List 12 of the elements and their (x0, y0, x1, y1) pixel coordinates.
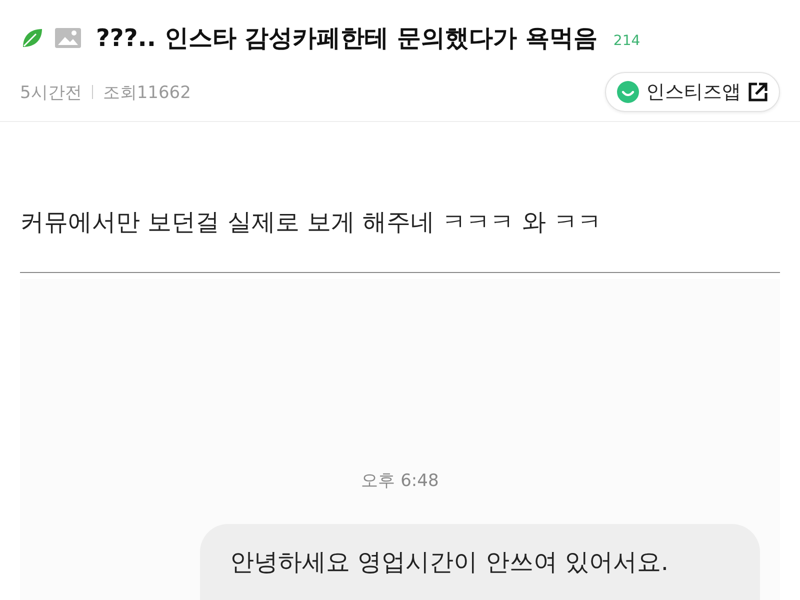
app-button[interactable]: 인스티즈앱 (605, 72, 780, 112)
smile-icon (616, 80, 640, 104)
leaf-icon (20, 26, 44, 50)
view-count: 조회11662 (102, 82, 191, 104)
image-icon (54, 27, 82, 49)
message-bubble: 안녕하세요 영업시간이 안쓰여 있어서요. (200, 524, 760, 600)
comment-count: 214 (613, 33, 640, 49)
post-time: 5시간전 (20, 82, 82, 104)
post-body-text: 커뮤에서만 보던걸 실제로 보게 해주네 ㅋㅋㅋ 와 ㅋㅋ (20, 122, 780, 273)
post-title: ???.. 인스타 감성카페한테 문의했다가 욕먹음 (96, 23, 598, 54)
message-timestamp: 오후 6:48 (361, 470, 439, 492)
external-link-icon (747, 81, 769, 103)
